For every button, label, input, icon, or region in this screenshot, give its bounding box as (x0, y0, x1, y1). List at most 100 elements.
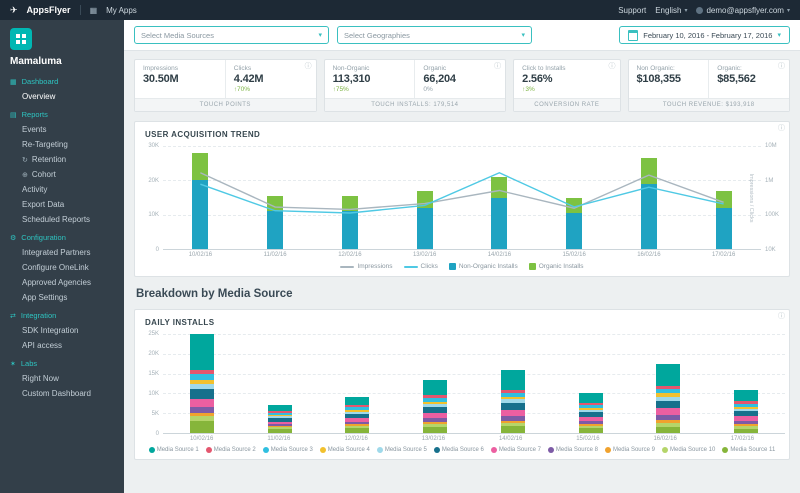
user-avatar-icon (696, 6, 704, 14)
legend-item-media-source-1[interactable]: Media Source 1 (148, 447, 199, 453)
info-icon[interactable]: ⓘ (609, 61, 616, 71)
media-sources-select-value: Select Media Sources (141, 30, 214, 40)
bar-segment-media-source-11[interactable] (423, 427, 448, 433)
sidebar-item-overview[interactable]: Overview (0, 89, 124, 104)
sidebar-section-integration[interactable]: ⇄ Integration (0, 305, 124, 323)
info-icon[interactable]: ⓘ (778, 123, 785, 133)
my-apps-grid-icon: ▦ (89, 5, 98, 15)
legend-item-media-source-3[interactable]: Media Source 3 (262, 447, 313, 453)
trend-chart: 30K 20K 10K 0 10M 1M 100K 10K Impressions / Cl… (135, 143, 789, 253)
info-icon[interactable]: ⓘ (494, 61, 501, 71)
bar-segment-media-source-1[interactable] (734, 389, 759, 402)
legend-label: Media Source 9 (612, 447, 655, 453)
sidebar-item-app-settings[interactable]: App Settings (0, 290, 124, 305)
legend-swatch (722, 447, 729, 453)
legend-item-media-source-11[interactable]: Media Source 11 (722, 447, 775, 453)
sidebar-item-api-access[interactable]: API access (0, 338, 124, 353)
sidebar-item-configure-onelink[interactable]: Configure OneLink (0, 260, 124, 275)
legend-item-media-source-8[interactable]: Media Source 8 (547, 447, 598, 453)
date-range-picker[interactable]: February 10, 2016 - February 17, 2016 ▾ (619, 26, 790, 44)
sidebar-item-re-targeting[interactable]: Re-Targeting (0, 137, 124, 152)
sidebar-section-labs[interactable]: ✶ Labs (0, 353, 124, 371)
legend-label: Media Source 10 (669, 447, 716, 453)
bar-segment-media-source-7[interactable] (189, 399, 214, 408)
sidebar-item-custom-dashboard[interactable]: Custom Dashboard (0, 386, 124, 401)
sidebar-item-scheduled-reports[interactable]: Scheduled Reports (0, 212, 124, 227)
bar-segment-media-source-1[interactable] (189, 334, 214, 370)
legend-label: Media Source 1 (156, 447, 199, 453)
legend-item-non-organic-installs[interactable]: Non-Organic Installs (448, 263, 518, 270)
legend-item-media-source-7[interactable]: Media Source 7 (490, 447, 541, 453)
sidebar-item-cohort[interactable]: ⊕ Cohort (0, 167, 124, 182)
kpi-metric-label: Impressions (143, 65, 179, 72)
sidebar-item-sdk-integration[interactable]: SDK Integration (0, 323, 124, 338)
bar-segment-media-source-6[interactable] (656, 400, 681, 409)
bar-group-16-02-16 (630, 334, 708, 433)
sidebar-item-activity[interactable]: Activity (0, 182, 124, 197)
bar-segment-media-source-7[interactable] (656, 408, 681, 416)
info-icon[interactable]: ⓘ (778, 61, 785, 71)
geographies-select[interactable]: Select Geographies ▾ (337, 26, 532, 44)
legend-item-media-source-6[interactable]: Media Source 6 (433, 447, 484, 453)
legend-swatch (340, 265, 355, 268)
legend-item-clicks[interactable]: Clicks (403, 263, 438, 270)
y-axis-tick: 10K (148, 391, 159, 397)
legend-swatch (319, 447, 326, 453)
x-axis-label: 11/02/16 (267, 436, 291, 442)
trend-plot-area (163, 146, 761, 250)
user-acquisition-trend-card: ⓘ USER ACQUISITION TREND 30K 20K 10K 0 10M 1… (134, 121, 790, 277)
sidebar-section-reports[interactable]: ▤ Reports (0, 104, 124, 122)
info-icon[interactable]: ⓘ (778, 311, 785, 321)
language-menu[interactable]: English ▾ (655, 6, 687, 15)
bar-segment-media-source-1[interactable] (500, 369, 525, 390)
stacked-bar (578, 334, 603, 433)
info-icon[interactable]: ⓘ (305, 61, 312, 71)
bar-segment-media-source-11[interactable] (578, 428, 603, 433)
sidebar-item-approved-agencies[interactable]: Approved Agencies (0, 275, 124, 290)
bar-segment-media-source-1[interactable] (578, 393, 603, 404)
trend-x-axis: 10/02/16 11/02/16 12/02/16 13/02/16 14/02/16… (163, 252, 761, 258)
legend-swatch (376, 447, 383, 453)
appsflyer-logo-icon: ✈ (10, 4, 18, 15)
sidebar-item-integrated-partners[interactable]: Integrated Partners (0, 245, 124, 260)
sidebar-item-retention[interactable]: ↻ Retention (0, 152, 124, 167)
kpi-footer: TOUCH INSTALLS: 179,514 (324, 98, 506, 111)
legend-item-media-source-4[interactable]: Media Source 4 (319, 447, 370, 453)
y-axis-tick: 100K (765, 212, 780, 219)
legend-item-media-source-2[interactable]: Media Source 2 (205, 447, 256, 453)
stacked-bar (189, 334, 214, 433)
account-menu[interactable]: demo@appsflyer.com ▾ (696, 6, 790, 15)
legend-item-media-source-9[interactable]: Media Source 9 (604, 447, 655, 453)
sidebar-item-events[interactable]: Events (0, 122, 124, 137)
bar-segment-media-source-1[interactable] (345, 397, 370, 406)
my-apps-link[interactable]: My Apps (106, 6, 137, 15)
bar-segment-media-source-11[interactable] (656, 426, 681, 433)
bar-segment-media-source-11[interactable] (345, 427, 370, 433)
bar-segment-media-source-1[interactable] (656, 363, 681, 386)
legend-item-media-source-5[interactable]: Media Source 5 (376, 447, 427, 453)
bar-segment-media-source-11[interactable] (734, 428, 759, 433)
legend-item-impressions[interactable]: Impressions (340, 263, 393, 270)
bar-segment-media-source-6[interactable] (189, 389, 214, 400)
retention-icon: ↻ (22, 156, 28, 164)
sidebar-section-configuration[interactable]: ⚙ Configuration (0, 227, 124, 245)
bar-segment-media-source-11[interactable] (267, 429, 292, 433)
support-link[interactable]: Support (618, 6, 646, 15)
sidebar-item-export-data[interactable]: Export Data (0, 197, 124, 212)
brand-name[interactable]: AppsFlyer (27, 5, 71, 15)
sidebar-item-right-now[interactable]: Right Now (0, 371, 124, 386)
sidebar-section-dashboard[interactable]: ▦ Dashboard (0, 71, 124, 89)
bar-segment-media-source-11[interactable] (500, 426, 525, 433)
media-sources-select[interactable]: Select Media Sources ▾ (134, 26, 329, 44)
app-icon[interactable] (10, 28, 32, 50)
cohort-icon: ⊕ (22, 171, 28, 179)
bar-segment-media-source-11[interactable] (189, 421, 214, 433)
legend-item-organic-installs[interactable]: Organic Installs (528, 263, 584, 270)
kpi-metrics: Click to Installs 2.56% ↑3% (514, 60, 619, 98)
kpi-metric-value: 2.56% (522, 73, 553, 85)
legend-item-media-source-10[interactable]: Media Source 10 (661, 447, 716, 453)
bar-segment-media-source-6[interactable] (500, 402, 525, 411)
line-impressions (200, 173, 723, 210)
bar-segment-media-source-1[interactable] (423, 379, 448, 396)
chevron-down-icon: ▾ (521, 32, 525, 39)
